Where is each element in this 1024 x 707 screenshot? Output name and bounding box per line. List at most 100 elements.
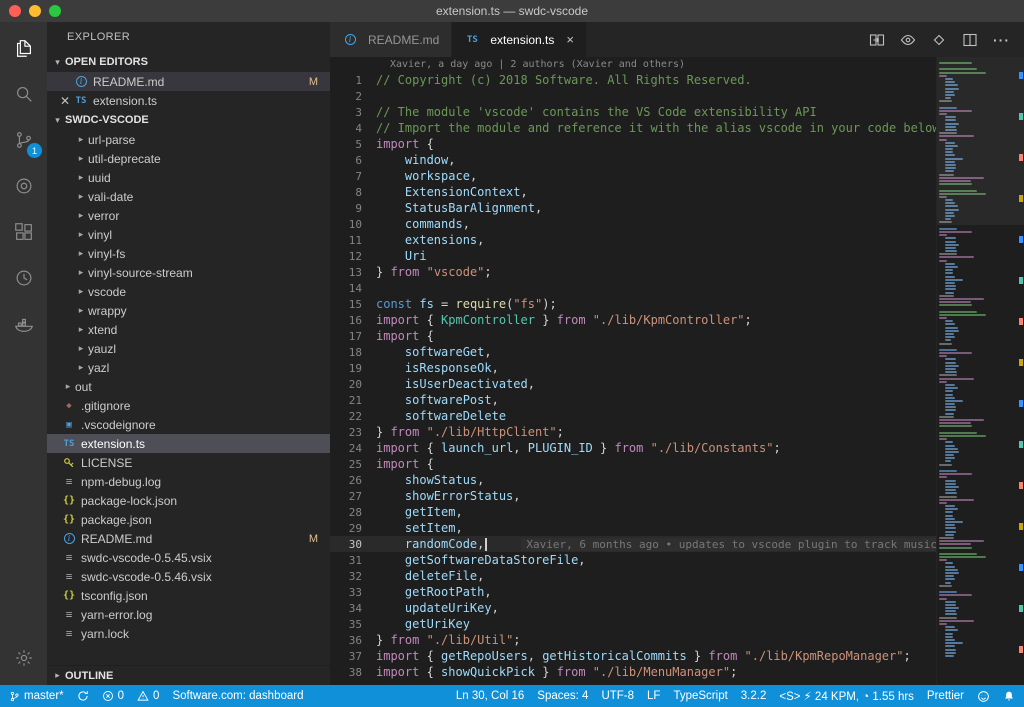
minimap[interactable] xyxy=(936,57,1024,685)
zoom-window-button[interactable] xyxy=(49,5,61,17)
code-line-7[interactable]: 7 workspace, xyxy=(330,168,1024,184)
status-cursor-position[interactable]: Ln 30, Col 16 xyxy=(456,690,524,702)
code-line-31[interactable]: 31 getSoftwareDataStoreFile, xyxy=(330,552,1024,568)
code-line-25[interactable]: 25import { xyxy=(330,456,1024,472)
code-line-10[interactable]: 10 commands, xyxy=(330,216,1024,232)
tree-item-yazl[interactable]: ▸yazl xyxy=(47,358,330,377)
code-line-4[interactable]: 4// Import the module and reference it w… xyxy=(330,120,1024,136)
status-indentation[interactable]: Spaces: 4 xyxy=(537,690,588,702)
minimap-slider[interactable] xyxy=(937,57,1024,225)
code-line-28[interactable]: 28 getItem, xyxy=(330,504,1024,520)
tree-item-util-deprecate[interactable]: ▸util-deprecate xyxy=(47,149,330,168)
open-editors-header[interactable]: ▾ OPEN EDITORS xyxy=(47,52,330,72)
code-line-38[interactable]: 38import { showQuickPick } from "./lib/M… xyxy=(330,664,1024,680)
tree-item-.vscodeignore[interactable]: ▣.vscodeignore xyxy=(47,415,330,434)
code-line-27[interactable]: 27 showErrorStatus, xyxy=(330,488,1024,504)
code-line-22[interactable]: 22 softwareDelete xyxy=(330,408,1024,424)
code-line-35[interactable]: 35 getUriKey xyxy=(330,616,1024,632)
code-line-29[interactable]: 29 setItem, xyxy=(330,520,1024,536)
tree-item-wrappy[interactable]: ▸wrappy xyxy=(47,301,330,320)
tree-item-xtend[interactable]: ▸xtend xyxy=(47,320,330,339)
code-line-14[interactable]: 14 xyxy=(330,280,1024,296)
code-line-36[interactable]: 36} from "./lib/Util"; xyxy=(330,632,1024,648)
explorer-icon[interactable] xyxy=(0,25,47,71)
tree-item-tsconfig.json[interactable]: {}tsconfig.json xyxy=(47,586,330,605)
tree-item-swdc-vscode-0.5.46.vsix[interactable]: ≡swdc-vscode-0.5.46.vsix xyxy=(47,567,330,586)
outline-header[interactable]: ▸ OUTLINE xyxy=(47,665,330,685)
code-line-18[interactable]: 18 softwareGet, xyxy=(330,344,1024,360)
gitlens-compare-icon[interactable] xyxy=(931,32,947,48)
tree-item-out[interactable]: ▸out xyxy=(47,377,330,396)
status-feedback-smiley[interactable] xyxy=(977,690,990,703)
status-software-dashboard[interactable]: Software.com: dashboard xyxy=(172,690,303,702)
clock-icon[interactable] xyxy=(0,255,47,301)
tree-item-uuid[interactable]: ▸uuid xyxy=(47,168,330,187)
tree-item-readme.md[interactable]: iREADME.mdM xyxy=(47,529,330,548)
code-line-26[interactable]: 26 showStatus, xyxy=(330,472,1024,488)
code-line-37[interactable]: 37import { getRepoUsers, getHistoricalCo… xyxy=(330,648,1024,664)
tree-item-.gitignore[interactable]: ◆.gitignore xyxy=(47,396,330,415)
code-line-16[interactable]: 16import { KpmController } from "./lib/K… xyxy=(330,312,1024,328)
code-line-8[interactable]: 8 ExtensionContext, xyxy=(330,184,1024,200)
code-line-23[interactable]: 23} from "./lib/HttpClient"; xyxy=(330,424,1024,440)
code-line-21[interactable]: 21 softwarePost, xyxy=(330,392,1024,408)
tree-item-npm-debug.log[interactable]: ≡npm-debug.log xyxy=(47,472,330,491)
tree-item-yauzl[interactable]: ▸yauzl xyxy=(47,339,330,358)
code-line-11[interactable]: 11 extensions, xyxy=(330,232,1024,248)
tree-item-vinyl[interactable]: ▸vinyl xyxy=(47,225,330,244)
code-line-1[interactable]: 1// Copyright (c) 2018 Software. All Rig… xyxy=(330,72,1024,88)
code-line-2[interactable]: 2 xyxy=(330,88,1024,104)
code-line-13[interactable]: 13} from "vscode"; xyxy=(330,264,1024,280)
code-line-3[interactable]: 3// The module 'vscode' contains the VS … xyxy=(330,104,1024,120)
tree-item-verror[interactable]: ▸verror xyxy=(47,206,330,225)
tree-item-yarn-error.log[interactable]: ≡yarn-error.log xyxy=(47,605,330,624)
code-line-6[interactable]: 6 window, xyxy=(330,152,1024,168)
settings-gear-icon[interactable] xyxy=(0,635,47,681)
tree-item-extension.ts[interactable]: TSextension.ts xyxy=(47,434,330,453)
status-formatter[interactable]: Prettier xyxy=(927,690,964,702)
open-changes-icon[interactable] xyxy=(869,32,885,48)
minimize-window-button[interactable] xyxy=(29,5,41,17)
code-line-17[interactable]: 17import { xyxy=(330,328,1024,344)
open-preview-icon[interactable] xyxy=(900,32,916,48)
code-line-32[interactable]: 32 deleteFile, xyxy=(330,568,1024,584)
tree-item-vinyl-source-stream[interactable]: ▸vinyl-source-stream xyxy=(47,263,330,282)
code-line-19[interactable]: 19 isResponseOk, xyxy=(330,360,1024,376)
tree-item-vinyl-fs[interactable]: ▸vinyl-fs xyxy=(47,244,330,263)
code-line-5[interactable]: 5import { xyxy=(330,136,1024,152)
docker-icon[interactable] xyxy=(0,301,47,347)
status-sync[interactable] xyxy=(77,690,89,702)
tab-readme.md[interactable]: iREADME.md xyxy=(330,22,452,57)
code-line-33[interactable]: 33 getRootPath, xyxy=(330,584,1024,600)
tree-item-swdc-vscode-0.5.45.vsix[interactable]: ≡swdc-vscode-0.5.45.vsix xyxy=(47,548,330,567)
status-code-time[interactable]: <S> ⚡ 24 KPM, ◔ 1.55 hrs xyxy=(779,689,914,703)
status-warnings[interactable]: 0 xyxy=(137,690,159,702)
tree-item-package.json[interactable]: {}package.json xyxy=(47,510,330,529)
codelens-annotation[interactable]: Xavier, a day ago | 2 authors (Xavier an… xyxy=(390,59,1024,71)
title-bar[interactable]: extension.ts — swdc-vscode xyxy=(0,0,1024,22)
search-icon[interactable] xyxy=(0,71,47,117)
code-time-icon[interactable] xyxy=(0,163,47,209)
status-git-branch[interactable]: master* xyxy=(9,690,64,703)
code-line-15[interactable]: 15const fs = require("fs"); xyxy=(330,296,1024,312)
open-editor-item[interactable]: iREADME.mdM xyxy=(47,72,330,91)
status-notifications-bell[interactable] xyxy=(1003,690,1015,703)
tab-extension.ts[interactable]: TSextension.ts× xyxy=(452,22,587,57)
tree-item-url-parse[interactable]: ▸url-parse xyxy=(47,130,330,149)
code-editor[interactable]: Xavier, a day ago | 2 authors (Xavier an… xyxy=(330,57,1024,685)
tree-item-vali-date[interactable]: ▸vali-date xyxy=(47,187,330,206)
split-editor-icon[interactable] xyxy=(962,32,978,48)
tree-item-license[interactable]: LICENSE xyxy=(47,453,330,472)
extensions-icon[interactable] xyxy=(0,209,47,255)
close-window-button[interactable] xyxy=(9,5,21,17)
project-header[interactable]: ▾ SWDC-VSCODE xyxy=(47,110,330,130)
code-line-34[interactable]: 34 updateUriKey, xyxy=(330,600,1024,616)
close-icon[interactable]: × xyxy=(566,32,574,47)
close-icon[interactable]: ✕ xyxy=(57,94,73,108)
code-line-20[interactable]: 20 isUserDeactivated, xyxy=(330,376,1024,392)
code-line-30[interactable]: 30 randomCode,Xavier, 6 months ago • upd… xyxy=(330,536,1024,552)
tree-item-vscode[interactable]: ▸vscode xyxy=(47,282,330,301)
more-actions-icon[interactable]: ··· xyxy=(993,32,1010,48)
status-encoding[interactable]: UTF-8 xyxy=(601,690,634,702)
code-line-9[interactable]: 9 StatusBarAlignment, xyxy=(330,200,1024,216)
